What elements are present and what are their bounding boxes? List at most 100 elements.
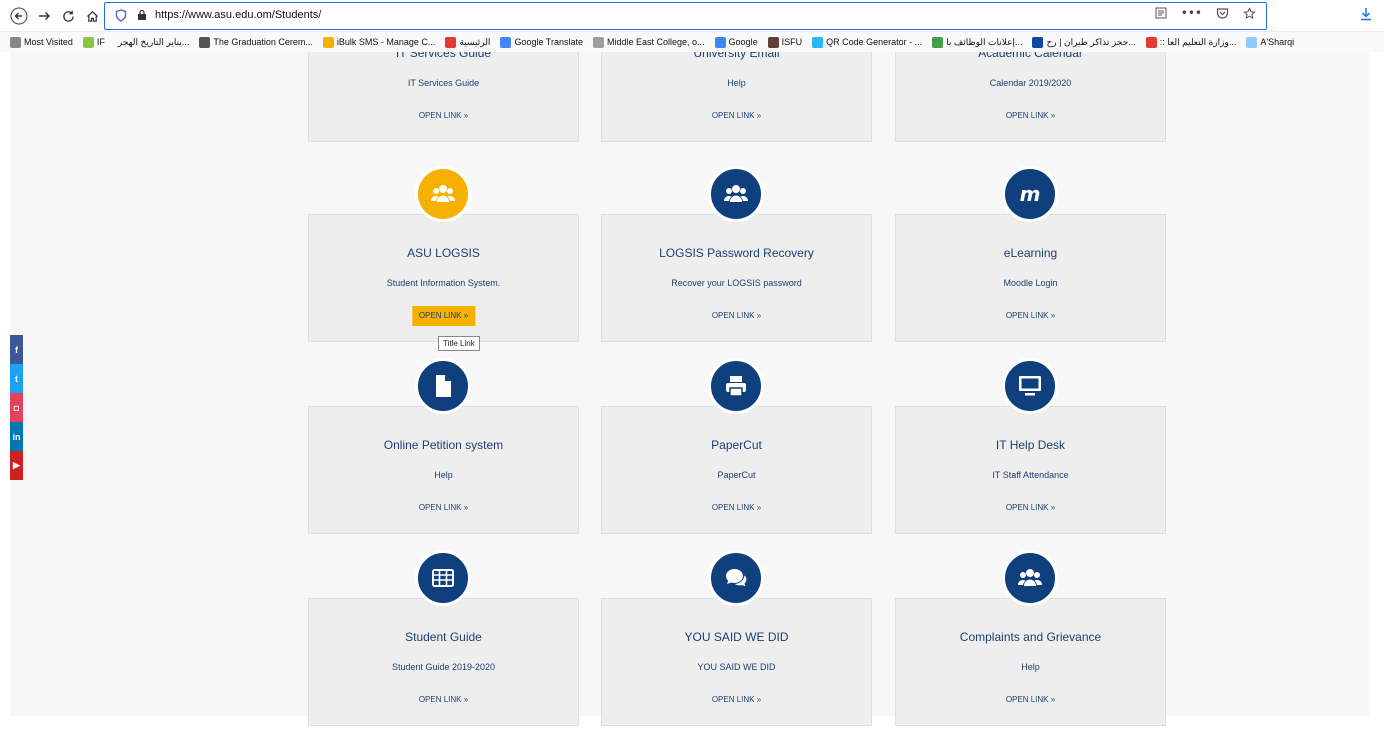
shield-icon[interactable] (115, 9, 129, 23)
card-title[interactable]: IT Services Guide (309, 52, 578, 60)
bookmark-favicon-icon (82, 36, 94, 48)
open-link-button[interactable]: OPEN LINK » (412, 498, 475, 518)
card-subtitle: Help (434, 470, 453, 480)
printer-icon (708, 358, 764, 414)
card-title[interactable]: University Email (602, 52, 871, 60)
facebook-icon[interactable]: f (10, 335, 23, 364)
card-subtitle: Student Information System. (386, 278, 501, 288)
link-card: Online Petition system Help OPEN LINK » (308, 406, 579, 534)
card-title[interactable]: Academic Calendar (896, 52, 1165, 60)
open-link-button[interactable]: OPEN LINK » (705, 498, 768, 518)
bookmark-item[interactable]: Most Visited (10, 36, 73, 48)
links-grid: IT Services Guide IT Services Guide OPEN L… (10, 52, 1369, 726)
card-title[interactable]: IT Help Desk (896, 438, 1165, 452)
bookmark-label: iBulk SMS - Manage C... (336, 37, 436, 47)
bookmark-item[interactable]: Google (714, 36, 758, 48)
bookmark-favicon-icon (1246, 36, 1258, 48)
bookmark-item[interactable]: QR Code Generator - ... (812, 36, 923, 48)
bookmark-label: الرئيسية (459, 36, 491, 47)
url-text[interactable]: https://www.asu.edu.om/Students/ (155, 9, 321, 21)
card-subtitle: Calendar 2019/2020 (989, 78, 1072, 88)
open-link-button[interactable]: OPEN LINK » (705, 106, 768, 126)
reload-icon (62, 10, 74, 22)
card-title[interactable]: Complaints and Grievance (896, 630, 1165, 644)
bookmark-item[interactable]: :: وزارة التعليم العا... (1145, 36, 1237, 48)
bookmark-favicon-icon (500, 36, 512, 48)
tooltip: Title Link (438, 336, 480, 351)
bookmark-favicon-icon (592, 36, 604, 48)
moodle-icon: m (1002, 166, 1058, 222)
open-link-button[interactable]: OPEN LINK » (999, 106, 1062, 126)
link-card: ASU LOGSIS Student Information System. OPE… (308, 214, 579, 342)
twitter-icon[interactable]: t (10, 364, 23, 393)
back-button[interactable] (8, 5, 30, 27)
bookmark-label: Middle East College, o... (606, 37, 705, 47)
youtube-icon[interactable]: ▶ (10, 451, 23, 480)
card-title[interactable]: ASU LOGSIS (309, 246, 578, 260)
card-title[interactable]: Student Guide (309, 630, 578, 644)
open-link-button[interactable]: OPEN LINK » (999, 690, 1062, 710)
card-title[interactable]: PaperCut (602, 438, 871, 452)
link-card: Academic Calendar Calendar 2019/2020 OPEN … (895, 52, 1166, 142)
more-actions-icon[interactable]: ••• (1181, 7, 1202, 24)
link-card: IT Services Guide IT Services Guide OPEN L… (308, 52, 579, 142)
card-subtitle: Help (1021, 662, 1040, 672)
bookmark-favicon-icon (445, 36, 457, 48)
bookmark-item[interactable]: IF (82, 36, 105, 48)
browser-toolbar: https://www.asu.edu.om/Students/ ••• (0, 0, 1384, 32)
lock-icon[interactable] (137, 9, 149, 23)
bookmark-item[interactable]: iBulk SMS - Manage C... (322, 36, 436, 48)
bookmark-favicon-icon (714, 36, 726, 48)
bookmark-label: QR Code Generator - ... (826, 37, 923, 47)
reload-button[interactable] (57, 5, 79, 27)
forward-button[interactable] (33, 5, 55, 27)
card-title[interactable]: LOGSIS Password Recovery (602, 246, 871, 260)
bookmark-label: The Graduation Cerem... (213, 37, 313, 47)
users-icon (415, 166, 471, 222)
bookmark-item[interactable]: A'Sharqi (1246, 36, 1294, 48)
bookmark-label: Most Visited (24, 37, 73, 47)
card-title[interactable]: Online Petition system (309, 438, 578, 452)
bookmark-star-icon[interactable] (1243, 7, 1256, 24)
open-link-button[interactable]: OPEN LINK » (412, 106, 475, 126)
linkedin-icon[interactable]: in (10, 422, 23, 451)
bookmark-label: :: وزارة التعليم العا... (1159, 36, 1237, 47)
users-icon (708, 166, 764, 222)
download-icon[interactable] (1360, 7, 1372, 25)
open-link-button[interactable]: OPEN LINK » (411, 306, 476, 326)
bookmark-item[interactable]: إعلانات الوظائف با... (932, 36, 1022, 48)
open-link-button[interactable]: OPEN LINK » (999, 498, 1062, 518)
bookmark-item[interactable]: Middle East College, o... (592, 36, 705, 48)
card-title[interactable]: eLearning (896, 246, 1165, 260)
instagram-icon[interactable]: ◘ (10, 393, 23, 422)
file-icon (415, 358, 471, 414)
url-bar[interactable]: https://www.asu.edu.om/Students/ ••• (104, 2, 1267, 30)
open-link-button[interactable]: OPEN LINK » (705, 306, 768, 326)
card-subtitle: IT Services Guide (407, 78, 480, 88)
bookmark-item[interactable]: يناير التاريخ الهجر... (115, 37, 189, 48)
link-card: eLearning Moodle Login OPEN LINK » (895, 214, 1166, 342)
bookmark-label: حجز تذاكر طيران | رح... (1046, 36, 1136, 47)
bookmark-favicon-icon (1145, 36, 1157, 48)
open-link-button[interactable]: OPEN LINK » (999, 306, 1062, 326)
bookmark-label: IF (96, 37, 105, 47)
pocket-icon[interactable] (1216, 7, 1229, 24)
bookmark-label: ISFU (781, 37, 803, 47)
reader-view-icon[interactable] (1155, 7, 1167, 24)
link-card: IT Help Desk IT Staff Attendance OPEN LINK… (895, 406, 1166, 534)
link-card: Complaints and Grievance Help OPEN LINK » (895, 598, 1166, 726)
card-title[interactable]: YOU SAID WE DID (602, 630, 871, 644)
bookmark-item[interactable]: الرئيسية (445, 36, 491, 48)
link-card: University Email Help OPEN LINK » (601, 52, 872, 142)
table-icon (415, 550, 471, 606)
card-subtitle: PaperCut (717, 470, 756, 480)
bookmark-item[interactable]: حجز تذاكر طيران | رح... (1032, 36, 1136, 48)
open-link-button[interactable]: OPEN LINK » (412, 690, 475, 710)
bookmark-favicon-icon (10, 36, 21, 48)
open-link-button[interactable]: OPEN LINK » (705, 690, 768, 710)
users-icon (1002, 550, 1058, 606)
home-button[interactable] (81, 5, 103, 27)
bookmark-item[interactable]: Google Translate (500, 36, 583, 48)
bookmark-item[interactable]: The Graduation Cerem... (199, 36, 313, 48)
bookmark-item[interactable]: ISFU (767, 36, 803, 48)
